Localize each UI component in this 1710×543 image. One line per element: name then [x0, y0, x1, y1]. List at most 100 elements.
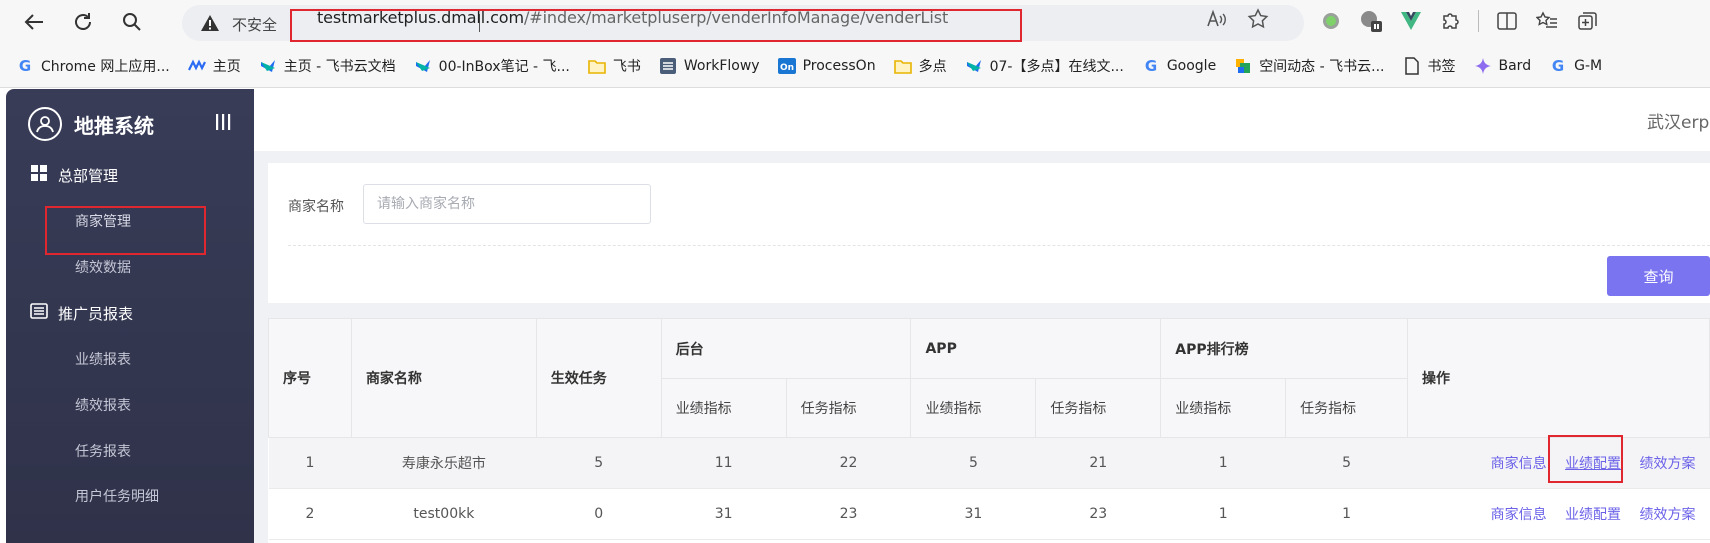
performance-config-highlight-box — [1548, 435, 1623, 483]
bookmark-label: 07-【多点】在线文... — [989, 58, 1124, 75]
bookmark-item[interactable]: WorkFlowy — [659, 57, 760, 75]
header-group-app: APP — [910, 318, 1162, 379]
bookmark-item[interactable]: 书签 — [1403, 56, 1456, 76]
translate-extension-icon[interactable] — [1358, 8, 1384, 34]
back-icon[interactable] — [18, 6, 50, 38]
search-icon[interactable] — [116, 6, 148, 38]
bookmark-item[interactable]: 主页 - 飞书云文档 — [259, 56, 396, 76]
bookmark-label: Google — [1166, 57, 1217, 74]
bard-icon — [1474, 57, 1492, 75]
bookmark-item[interactable]: 07-【多点】在线文... — [965, 56, 1124, 76]
cell-active-tasks: 0 — [536, 488, 662, 540]
cell-rank-task: 1 — [1285, 488, 1408, 540]
sidebar: 地推系统 总部管理 商家管理 绩效数据 推广员报表 业绩报表 绩效报表 任务报表… — [6, 89, 254, 543]
wave-icon — [187, 57, 206, 75]
menu-group-label: 推广员报表 — [58, 304, 134, 323]
query-button[interactable]: 查询 — [1607, 256, 1710, 296]
performance-config-link[interactable]: 业绩配置 — [1565, 507, 1621, 523]
table-row: 1 寿康永乐超市 5 11 22 5 21 1 5 商家信息 业绩配置 绩效方案 — [268, 437, 1710, 489]
extensions-puzzle-icon[interactable] — [1438, 8, 1464, 34]
feishu-icon — [965, 57, 983, 75]
bookmark-label: 主页 — [212, 58, 241, 75]
performance-plan-link[interactable]: 绩效方案 — [1640, 456, 1696, 472]
cell-index: 1 — [268, 437, 352, 489]
bookmarks-bar: G Chrome 网上应用... 主页 主页 - 飞书云文档 00-InBox笔记 - … — [0, 44, 1710, 88]
bookmark-item[interactable]: G Chrome 网上应用... — [16, 56, 170, 76]
cell-active-tasks: 5 — [536, 437, 662, 489]
header-rank-perf: 业绩指标 — [1160, 378, 1287, 438]
bookmark-item[interactable]: Bard — [1474, 57, 1531, 75]
collections-icon[interactable] — [1574, 8, 1600, 34]
merchant-info-link[interactable]: 商家信息 — [1491, 507, 1547, 523]
warning-icon — [200, 13, 220, 37]
cell-backend-task: 22 — [786, 437, 911, 489]
google-icon: G — [16, 57, 34, 75]
bookmark-item[interactable]: On ProcessOn — [777, 57, 876, 75]
header-account-name[interactable]: 武汉erp — [1647, 108, 1709, 133]
on-icon: On — [777, 57, 796, 75]
header-rank-task: 任务指标 — [1285, 378, 1409, 438]
top-header — [254, 89, 1710, 151]
header-group-app-rank: APP排行榜 — [1160, 318, 1409, 379]
bookmark-item[interactable]: G Google — [1142, 57, 1217, 75]
bookmark-label: 多点 — [918, 58, 947, 75]
list-icon — [30, 302, 48, 324]
cell-merchant-name: test00kk — [351, 488, 537, 540]
grid-icon — [30, 164, 48, 186]
header-operations: 操作 — [1407, 318, 1710, 438]
header-index: 序号 — [268, 318, 352, 438]
bookmark-label: ProcessOn — [802, 57, 876, 74]
bookmark-item[interactable]: G G-M — [1549, 57, 1602, 75]
search-divider — [288, 245, 1710, 246]
cell-operations: 商家信息 业绩配置 绩效方案 — [1407, 488, 1710, 540]
bookmark-label: Chrome 网上应用... — [41, 58, 170, 75]
reload-icon[interactable] — [67, 6, 99, 38]
bookmark-item[interactable]: 飞书 — [588, 56, 641, 76]
favorite-star-icon[interactable] — [1247, 8, 1269, 34]
menu-group-promoter-reports[interactable]: 推广员报表 — [30, 302, 133, 324]
merchant-name-input[interactable] — [363, 184, 651, 224]
favorites-list-icon[interactable] — [1534, 8, 1560, 34]
cell-backend-task: 23 — [786, 488, 911, 540]
header-backend-perf: 业绩指标 — [660, 378, 787, 438]
feishu-icon — [414, 57, 432, 75]
performance-plan-link[interactable]: 绩效方案 — [1640, 507, 1696, 523]
cell-index: 2 — [268, 488, 352, 540]
menu-item-performance-data[interactable]: 绩效数据 — [75, 257, 131, 277]
folder-icon — [893, 57, 912, 75]
extension-circle-icon[interactable] — [1318, 8, 1344, 34]
cell-rank-perf: 1 — [1160, 437, 1286, 489]
collapse-menu-icon[interactable] — [214, 113, 232, 135]
menu-highlight-box — [45, 206, 206, 255]
google-icon: G — [1549, 57, 1567, 75]
merchant-info-link[interactable]: 商家信息 — [1491, 456, 1547, 472]
bookmark-label: 飞书 — [612, 58, 641, 75]
feishu-icon — [259, 57, 277, 75]
menu-group-hq[interactable]: 总部管理 — [30, 164, 118, 186]
menu-item-task-report[interactable]: 任务报表 — [75, 441, 131, 461]
toolbar-divider — [1478, 8, 1480, 34]
svg-text:On: On — [780, 63, 794, 73]
svg-text:G: G — [1145, 57, 1157, 75]
table-row: 2 test00kk 0 31 23 31 23 1 1 商家信息 业绩配置 绩… — [268, 488, 1710, 540]
folder-icon — [588, 57, 606, 75]
header-merchant-name: 商家名称 — [350, 318, 537, 438]
bookmark-item[interactable]: 空间动态 - 飞书云... — [1234, 56, 1385, 76]
split-screen-icon[interactable] — [1494, 8, 1520, 34]
bookmark-label: 书签 — [1427, 58, 1456, 75]
browser-toolbar: 不安全 testmarketplus.dmall.com/#index/mark… — [0, 0, 1710, 44]
cell-app-task: 21 — [1035, 437, 1161, 489]
menu-item-sales-report[interactable]: 业绩报表 — [75, 349, 131, 369]
vue-devtools-icon[interactable] — [1398, 8, 1424, 34]
bookmark-label: G-M — [1574, 57, 1603, 74]
bookmark-item[interactable]: 多点 — [893, 56, 947, 76]
bookmark-item[interactable]: 主页 — [187, 56, 241, 76]
menu-item-user-task-detail[interactable]: 用户任务明细 — [75, 486, 159, 506]
menu-item-performance-report[interactable]: 绩效报表 — [75, 395, 131, 415]
bookmark-label: 00-InBox笔记 - 飞... — [438, 58, 570, 75]
bookmark-item[interactable]: 00-InBox笔记 - 飞... — [414, 56, 570, 76]
search-label: 商家名称 — [288, 199, 344, 215]
read-aloud-icon[interactable] — [1205, 8, 1227, 34]
cell-backend-perf: 31 — [661, 488, 787, 540]
header-active-tasks: 生效任务 — [535, 318, 662, 438]
